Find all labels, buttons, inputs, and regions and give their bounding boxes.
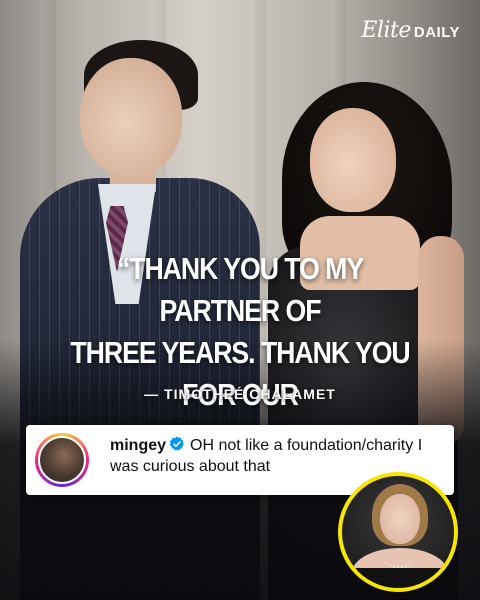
woman-face — [310, 108, 396, 212]
comment-username[interactable]: mingey — [110, 437, 166, 454]
inset-face — [380, 494, 420, 544]
verified-badge-icon — [169, 436, 184, 451]
inset-necklace — [384, 552, 414, 568]
man-face — [80, 58, 182, 176]
story-ring[interactable] — [35, 433, 89, 487]
quote-line: THREE YEARS. THANK YOU FOR OUR — [70, 335, 410, 412]
logo-script: Elite — [361, 18, 411, 43]
post-image: Elite DAILY “THANK YOU TO MY PARTNER OF … — [0, 0, 480, 600]
elite-daily-logo: Elite DAILY — [361, 18, 460, 43]
quote-attribution: — TIMOTHEÉ CHALAMET — [144, 386, 336, 402]
logo-bold: DAILY — [413, 24, 460, 41]
inset-portrait — [338, 472, 458, 592]
quote-line: “THANK YOU TO MY PARTNER OF — [116, 251, 364, 328]
avatar[interactable] — [38, 436, 86, 484]
comment-body: mingey OH not like a foundation/charity … — [110, 435, 442, 477]
